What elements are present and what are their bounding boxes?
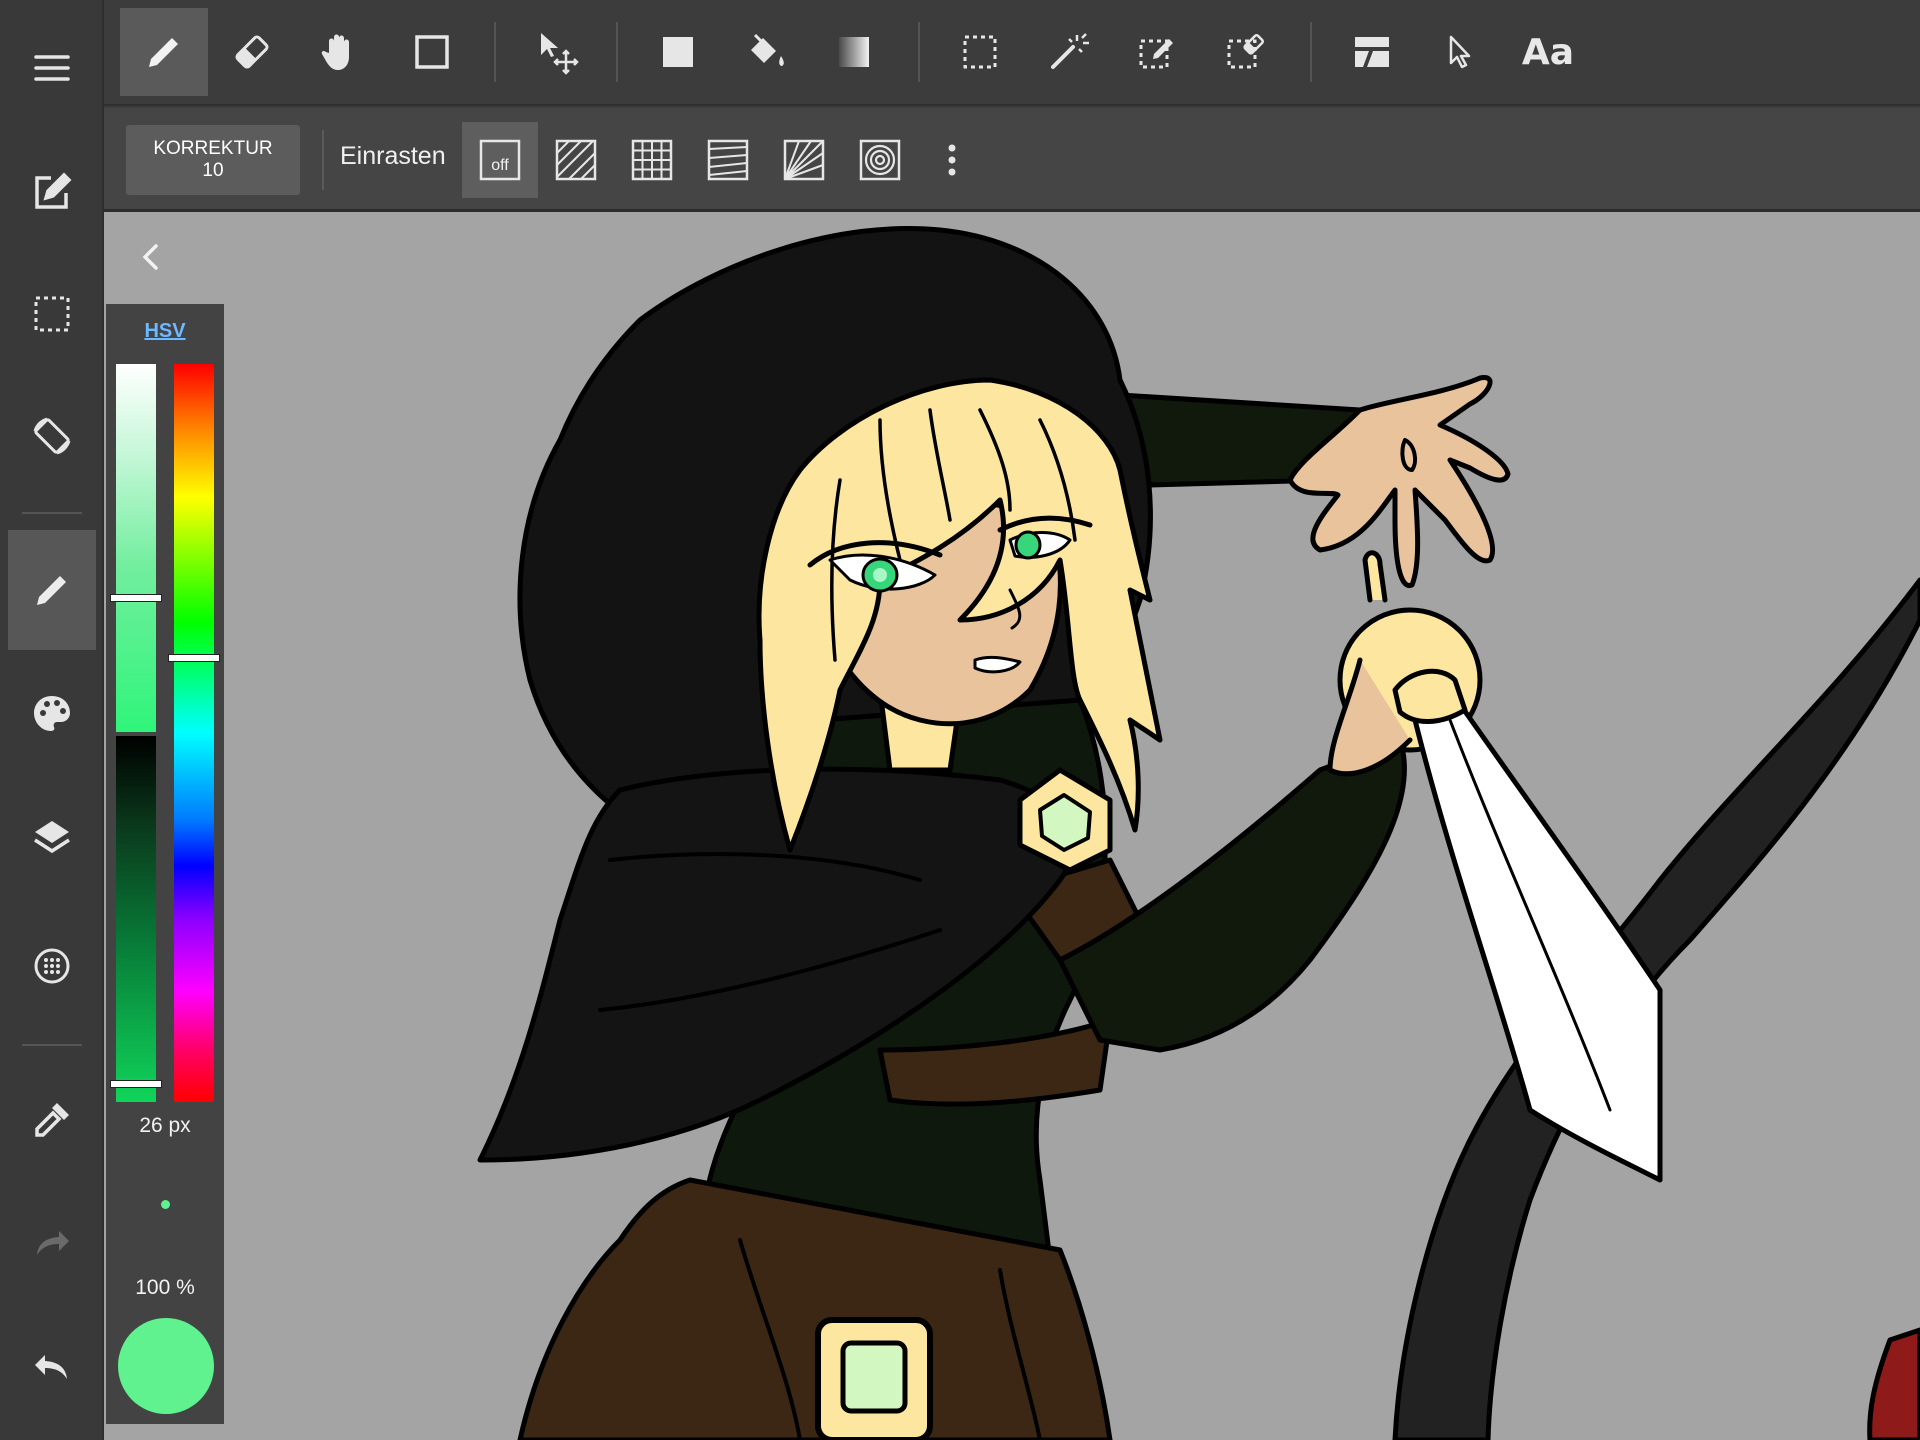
snap-perspective-button[interactable] xyxy=(690,122,766,198)
more-options-button[interactable] xyxy=(914,122,990,198)
toolbar-divider xyxy=(494,22,496,82)
correction-label: KORREKTUR xyxy=(153,138,273,159)
more-vertical-icon xyxy=(948,144,956,176)
material-button[interactable] xyxy=(8,906,96,1026)
parallel-lines-icon xyxy=(555,139,597,181)
hand-tool-button[interactable] xyxy=(296,8,384,96)
concentric-circles-icon xyxy=(859,139,901,181)
redo-icon xyxy=(37,1231,69,1255)
snap-off-button[interactable]: off xyxy=(462,122,538,198)
eyedropper-button[interactable] xyxy=(8,1060,96,1180)
select-eraser-tool-button[interactable] xyxy=(1200,8,1288,96)
dashed-rect-icon xyxy=(34,296,70,332)
snap-parallel-button[interactable] xyxy=(538,122,614,198)
brush-options-bar: KORREKTUR 10 Einrasten off xyxy=(104,108,1920,212)
collapse-panel-chevron-icon[interactable] xyxy=(136,240,164,274)
saturation-slider-handle[interactable] xyxy=(110,594,162,602)
rotate-button[interactable] xyxy=(8,376,96,496)
shape-tool-button[interactable] xyxy=(388,8,476,96)
left-sidebar xyxy=(0,0,104,1440)
hue-slider-handle[interactable] xyxy=(168,654,220,662)
pen-tool-button[interactable] xyxy=(120,8,208,96)
rotate-icon xyxy=(33,417,71,455)
correction-value: 10 xyxy=(202,160,224,181)
undo-icon xyxy=(35,1355,67,1379)
color-panel: HSV 26 px 100 % xyxy=(106,304,224,1424)
move-icon xyxy=(541,33,579,75)
pen-icon xyxy=(149,38,178,67)
eraser-tool-button[interactable] xyxy=(208,8,296,96)
hamburger-icon xyxy=(34,55,70,81)
bucket-icon xyxy=(751,33,784,66)
text-tool-button[interactable]: Aa xyxy=(1504,8,1592,96)
subbar-divider xyxy=(322,130,324,190)
select-rect-tool-button[interactable] xyxy=(936,8,1024,96)
color-palette-button[interactable] xyxy=(8,654,96,774)
gradient-tool-button[interactable] xyxy=(810,8,898,96)
filled-square-icon xyxy=(663,37,693,67)
top-toolbar: Aa xyxy=(104,0,1920,106)
pointer-tool-button[interactable] xyxy=(1416,8,1504,96)
fill-rect-tool-button[interactable] xyxy=(634,8,722,96)
select-pen-icon xyxy=(1139,39,1173,69)
pointer-icon xyxy=(1449,35,1471,69)
select-eraser-icon xyxy=(1227,33,1265,69)
snap-circle-button[interactable] xyxy=(842,122,918,198)
selection-button[interactable] xyxy=(8,254,96,374)
move-tool-button[interactable] xyxy=(514,8,602,96)
bucket-tool-button[interactable] xyxy=(722,8,810,96)
select-rect-icon xyxy=(963,35,997,69)
snap-grid-button[interactable] xyxy=(614,122,690,198)
correction-button[interactable]: KORREKTUR 10 xyxy=(126,125,300,195)
saturation-slider[interactable] xyxy=(110,364,162,732)
artwork xyxy=(477,225,1920,1440)
hue-slider[interactable] xyxy=(168,364,220,1102)
value-slider-handle[interactable] xyxy=(110,1080,162,1088)
snap-off-label: off xyxy=(491,157,509,174)
brush-mode-button[interactable] xyxy=(8,530,96,650)
edit-square-icon xyxy=(35,172,72,209)
undo-button[interactable] xyxy=(8,1308,96,1428)
square-icon xyxy=(415,35,449,69)
toolbar-divider xyxy=(616,22,618,82)
toolbar-divider xyxy=(918,22,920,82)
magic-wand-icon xyxy=(1051,33,1089,69)
dotted-circle-icon xyxy=(34,948,70,984)
current-color-swatch[interactable] xyxy=(118,1318,214,1414)
perspective-lines-icon xyxy=(707,139,749,181)
brush-size-label[interactable]: 26 px xyxy=(106,1114,224,1138)
redo-button[interactable] xyxy=(8,1184,96,1304)
opacity-label[interactable]: 100 % xyxy=(106,1276,224,1300)
sidebar-divider xyxy=(22,512,82,514)
menu-button[interactable] xyxy=(8,8,96,128)
layers-button[interactable] xyxy=(8,778,96,898)
sidebar-divider xyxy=(22,1044,82,1046)
palette-icon xyxy=(34,696,70,731)
pen-icon xyxy=(37,576,66,605)
grid-icon xyxy=(631,139,673,181)
color-mode-link[interactable]: HSV xyxy=(106,320,224,343)
eraser-icon xyxy=(235,35,269,69)
snap-label: Einrasten xyxy=(340,142,446,170)
radial-lines-icon xyxy=(783,139,825,181)
select-pen-tool-button[interactable] xyxy=(1112,8,1200,96)
edit-canvas-button[interactable] xyxy=(8,132,96,252)
value-slider[interactable] xyxy=(110,736,162,1102)
frame-icon xyxy=(1355,37,1389,67)
frame-divider-tool-button[interactable] xyxy=(1328,8,1416,96)
toolbar-divider xyxy=(1310,22,1312,82)
snap-off-icon: off xyxy=(479,139,521,181)
drawing-canvas[interactable] xyxy=(104,212,1920,1440)
brush-size-preview xyxy=(161,1200,170,1209)
eyedropper-icon xyxy=(35,1103,69,1137)
text-tool-label: Aa xyxy=(1521,31,1575,73)
hand-icon xyxy=(321,34,349,70)
gradient-icon xyxy=(839,37,869,67)
layers-icon xyxy=(34,821,70,854)
snap-radial-button[interactable] xyxy=(766,122,842,198)
magic-wand-tool-button[interactable] xyxy=(1024,8,1112,96)
